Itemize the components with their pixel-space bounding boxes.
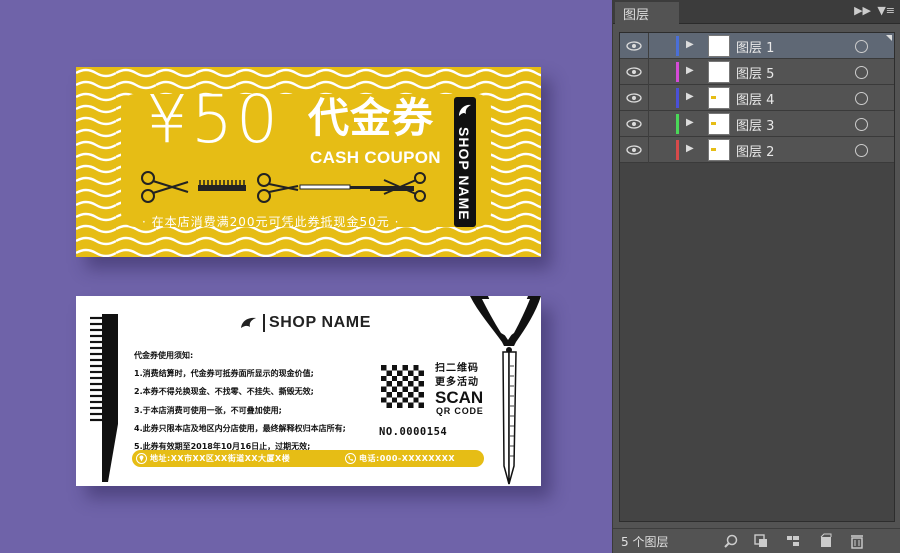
divider: [648, 59, 649, 85]
shop-name-vertical: SHOP NAME: [456, 127, 472, 221]
visibility-eye-icon[interactable]: [626, 118, 642, 130]
coupon-front[interactable]: ¥50 代金券 CASH COUPON SHOP NAME · 在本店消费满20…: [76, 67, 541, 257]
expand-arrow-icon[interactable]: ▶: [686, 39, 694, 50]
double-chevron-right-icon[interactable]: ▶▶: [854, 4, 871, 17]
layer-thumbnail: [708, 113, 730, 135]
layer-color-swatch: [676, 140, 679, 160]
layer-row-2[interactable]: ▶ 图层 2: [620, 137, 894, 163]
expand-arrow-icon[interactable]: ▶: [686, 143, 694, 154]
phone-icon: [345, 453, 356, 464]
price-text: ¥50: [146, 81, 281, 158]
layer-row-4[interactable]: ▶ 图层 4: [620, 85, 894, 111]
panel-menu-icon[interactable]: ▼≡: [877, 4, 895, 17]
layers-list[interactable]: ▶ 图层 1 ▶ 图层 5 ▶ 图层 4 ▶ 图层 3 ▶ 图层 2: [619, 32, 895, 522]
panel-tab-bar: 图层 ▶▶ ▼≡: [613, 0, 900, 24]
layer-thumbnail: [708, 61, 730, 83]
coupon-back[interactable]: SHOP NAME 代金券使用须知: 1.消费结算时，代金券可抵券面所显示的现金…: [76, 296, 541, 486]
serial-number: NO.0000154: [379, 426, 448, 438]
visibility-eye-icon[interactable]: [626, 40, 642, 52]
visibility-eye-icon[interactable]: [626, 144, 642, 156]
layer-color-swatch: [676, 62, 679, 82]
layer-thumbnail: [708, 87, 730, 109]
contact-bar: 地址:XX市XX区XX街道XX大厦X楼 电话:000-XXXXXXXX: [132, 450, 484, 467]
new-layer-icon[interactable]: [818, 533, 834, 549]
comb-icon: [198, 185, 246, 191]
expand-arrow-icon[interactable]: ▶: [686, 91, 694, 102]
shop-name: SHOP NAME: [269, 314, 372, 331]
phone-text: 电话:000-XXXXXXXX: [359, 454, 456, 463]
visibility-eye-icon[interactable]: [626, 92, 642, 104]
scissors-icon: [470, 296, 541, 485]
offer-text: · 在本店消费满200元可凭此券抵现金50元 ·: [142, 215, 400, 229]
expand-arrow-icon[interactable]: ▶: [686, 65, 694, 76]
selection-corner-icon: [886, 35, 892, 41]
target-circle-icon[interactable]: [855, 92, 868, 105]
notice-title: 代金券使用须知:: [134, 351, 194, 360]
coupon-title: 代金券: [308, 94, 434, 142]
comb-icon: [90, 314, 118, 482]
layer-color-swatch: [676, 88, 679, 108]
layer-thumbnail: [708, 35, 730, 57]
usage-notice: 代金券使用须知: 1.消费结算时，代金券可抵券面所显示的现金价值; 2.本券不得…: [134, 347, 346, 456]
layer-color-swatch: [676, 114, 679, 134]
artboard-canvas[interactable]: ¥50 代金券 CASH COUPON SHOP NAME · 在本店消费满20…: [0, 0, 612, 553]
visibility-eye-icon[interactable]: [626, 66, 642, 78]
layers-panel: 图层 ▶▶ ▼≡ ▶ 图层 1 ▶ 图层 5 ▶ 图层 4 ▶ 图层 3 ▶ 图…: [612, 0, 900, 553]
divider: [648, 33, 649, 59]
layer-thumbnail: [708, 139, 730, 161]
divider: [648, 137, 649, 163]
target-circle-icon[interactable]: [855, 66, 868, 79]
shop-logo-icon: [459, 104, 471, 116]
location-pin-icon: [136, 453, 147, 464]
notice-item: 3.于本店消费可使用一张，不可叠加使用;: [134, 405, 282, 415]
tab-layers[interactable]: 图层: [615, 2, 679, 24]
divider: [263, 314, 265, 332]
divider: [648, 85, 649, 111]
scissors-comb-decoration: [141, 171, 426, 203]
shop-logo-icon: [241, 317, 256, 328]
notice-item: 4.此券只限本店及地区内分店使用，最终解释权归本店所有;: [134, 423, 346, 433]
scissors-icon: [141, 171, 189, 203]
back-shop-header: SHOP NAME: [239, 314, 371, 332]
delete-icon[interactable]: [849, 533, 865, 549]
layer-count: 5 个图层: [621, 535, 669, 549]
cash-coupon-subtitle: CASH COUPON: [310, 148, 441, 167]
address-text: 地址:XX市XX区XX街道XX大厦X楼: [150, 454, 291, 463]
panel-footer: 5 个图层: [613, 528, 900, 553]
locate-object-icon[interactable]: [723, 533, 739, 549]
layer-name[interactable]: 图层 5: [736, 63, 774, 82]
target-circle-icon[interactable]: [855, 118, 868, 131]
notice-item: 1.消费结算时，代金券可抵券面所显示的现金价值;: [134, 369, 314, 379]
new-sublayer-icon[interactable]: [785, 533, 801, 549]
layer-name[interactable]: 图层 4: [736, 89, 774, 108]
target-circle-icon[interactable]: [855, 144, 868, 157]
expand-arrow-icon[interactable]: ▶: [686, 117, 694, 128]
layer-row-1[interactable]: ▶ 图层 1: [620, 33, 894, 59]
layer-name[interactable]: 图层 3: [736, 115, 774, 134]
divider: [648, 111, 649, 137]
qr-code-image: [381, 365, 424, 408]
clipping-mask-icon[interactable]: [753, 533, 769, 549]
layer-row-3[interactable]: ▶ 图层 3: [620, 111, 894, 137]
layer-name[interactable]: 图层 1: [736, 37, 774, 56]
layer-name[interactable]: 图层 2: [736, 141, 774, 160]
notice-item: 2.本券不得兑换现金、不找零、不挂失、撕毁无效;: [134, 387, 314, 397]
layer-color-swatch: [676, 36, 679, 56]
layer-row-5[interactable]: ▶ 图层 5: [620, 59, 894, 85]
target-circle-icon[interactable]: [855, 40, 868, 53]
